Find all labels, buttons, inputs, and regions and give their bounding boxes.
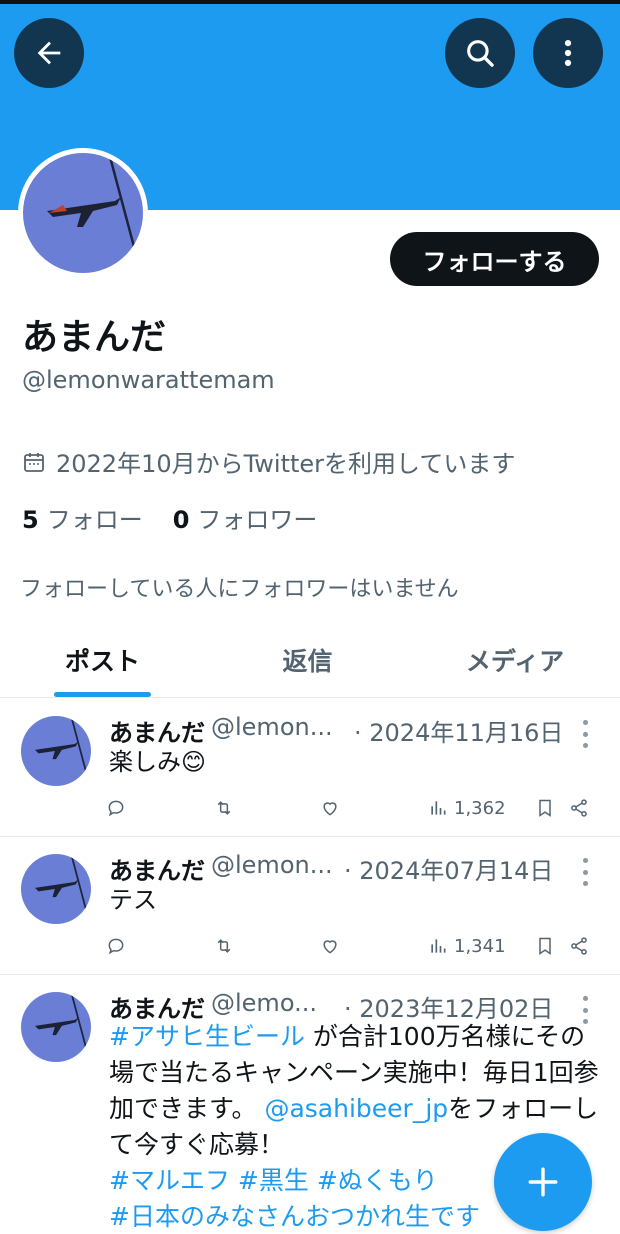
airplane-avatar-icon [21, 854, 91, 924]
search-icon [467, 40, 494, 67]
post-avatar[interactable] [21, 716, 91, 786]
post-author-handle: @lemon... [211, 851, 333, 879]
plus-icon [528, 1167, 558, 1197]
share-button[interactable] [569, 931, 589, 961]
tab-media[interactable]: メディア [410, 622, 620, 698]
more-options-button[interactable] [533, 18, 603, 88]
post-date: · 2024年11月16日 [354, 719, 564, 747]
like-button[interactable] [320, 931, 340, 961]
share-icon [571, 799, 587, 817]
profile-handle: @lemonwarattemam [22, 366, 275, 394]
post-text: テス [109, 886, 157, 914]
tab-replies[interactable]: 返信 [205, 622, 410, 698]
hashtag-link[interactable]: #日本のみなさんおつかれ生です [109, 1202, 480, 1231]
bookmark-button[interactable] [535, 931, 555, 961]
more-vertical-icon [564, 39, 572, 67]
post-actions: 1,362 [0, 793, 620, 823]
profile-name: あまんだ [22, 317, 167, 358]
profile-tabs: ポスト 返信 メディア [0, 622, 620, 698]
back-button[interactable] [14, 18, 84, 88]
views-count[interactable]: 1,341 [428, 931, 506, 961]
bar-chart-icon [431, 939, 446, 953]
airplane-avatar-icon [21, 716, 91, 786]
hashtag-link[interactable]: #ぬくもり [317, 1166, 438, 1195]
bar-chart-icon [431, 801, 446, 815]
post-more-button[interactable] [574, 858, 596, 886]
follow-button[interactable]: フォローする [390, 232, 599, 286]
post-author-name: あまんだ [109, 719, 205, 747]
followers-link[interactable]: 0 フォロワー [173, 500, 318, 535]
mention-link[interactable]: @asahibeer_jp [264, 1094, 448, 1123]
post-item[interactable]: あまんだ @lemon... · 2024年11月16日 楽しみ😊 1,362 [0, 699, 620, 837]
reply-button[interactable] [106, 931, 126, 961]
post-author-name: あまんだ [109, 857, 205, 885]
post-actions: 1,341 [0, 931, 620, 961]
share-button[interactable] [569, 793, 589, 823]
views-count[interactable]: 1,362 [428, 793, 506, 823]
repost-button[interactable] [214, 793, 234, 823]
follow-stats: 5 フォロー 0 フォロワー [22, 500, 317, 535]
reply-icon [108, 800, 124, 817]
hashtag-link[interactable]: #黒生 [238, 1166, 309, 1195]
reply-button[interactable] [106, 793, 126, 823]
heart-icon [323, 802, 337, 816]
joined-text: 2022年10月からTwitterを利用しています [56, 450, 516, 478]
share-icon [571, 937, 587, 955]
reply-icon [108, 938, 124, 955]
hashtag-link[interactable]: #マルエフ [109, 1166, 230, 1195]
post-text: 楽しみ😊 [109, 748, 207, 776]
post-more-button[interactable] [574, 720, 596, 748]
post-avatar[interactable] [21, 854, 91, 924]
post-avatar[interactable] [21, 992, 91, 1062]
bookmark-button[interactable] [535, 793, 555, 823]
calendar-icon [24, 452, 44, 472]
bookmark-icon [539, 799, 551, 817]
tab-posts[interactable]: ポスト [0, 622, 205, 698]
post-author-handle: @lemon... [211, 713, 333, 741]
repost-icon [217, 801, 231, 815]
arrow-left-icon [37, 41, 61, 65]
no-common-followers: フォローしている人にフォロワーはいません [20, 577, 459, 602]
compose-button[interactable] [494, 1133, 592, 1231]
active-tab-indicator [54, 692, 151, 697]
following-link[interactable]: 5 フォロー [22, 500, 143, 535]
post-item[interactable]: あまんだ @lemon... · 2024年07月14日 テス 1,341 [0, 837, 620, 975]
profile-avatar[interactable] [18, 148, 148, 278]
repost-button[interactable] [214, 931, 234, 961]
airplane-avatar-icon [21, 992, 91, 1062]
airplane-avatar-icon [23, 153, 143, 273]
post-date: · 2024年07月14日 [344, 857, 554, 885]
bookmark-icon [539, 937, 551, 955]
hashtag-link[interactable]: #アサヒ生ビール [109, 1022, 305, 1051]
repost-icon [217, 939, 231, 953]
search-button[interactable] [445, 18, 515, 88]
like-button[interactable] [320, 793, 340, 823]
joined-date: 2022年10月からTwitterを利用しています [22, 444, 515, 479]
heart-icon [323, 940, 337, 954]
